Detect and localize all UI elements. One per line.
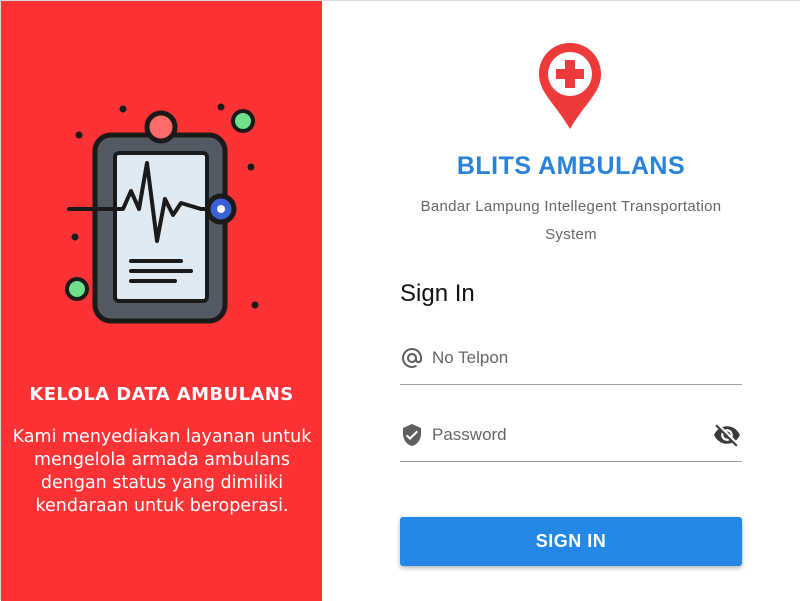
phone-input[interactable]: [432, 344, 702, 372]
info-panel: KELOLA DATA AMBULANS Kami menyediakan la…: [1, 1, 322, 601]
password-input[interactable]: [432, 421, 702, 449]
form-heading: Sign In: [400, 280, 475, 307]
password-field: [400, 417, 742, 462]
login-window: KELOLA DATA AMBULANS Kami menyediakan la…: [0, 0, 800, 601]
at-sign-icon: [401, 348, 423, 368]
eye-off-icon[interactable]: [712, 421, 742, 449]
app-title: BLITS AMBULANS: [456, 152, 686, 180]
login-panel: BLITS AMBULANS Bandar Lampung Intellegen…: [322, 1, 800, 601]
medical-tablet-heartbeat-icon: [65, 103, 259, 324]
sign-in-button[interactable]: SIGN IN: [400, 517, 742, 566]
panel-description: Kami menyediakan layanan untuk mengelola…: [12, 427, 312, 516]
phone-field: [400, 340, 742, 385]
app-subtitle: Bandar Lampung Intellegent Transportatio…: [420, 198, 722, 243]
location-pin-plus-icon: [539, 43, 601, 129]
panel-title: KELOLA DATA AMBULANS: [29, 384, 294, 405]
shield-check-icon: [403, 424, 421, 446]
